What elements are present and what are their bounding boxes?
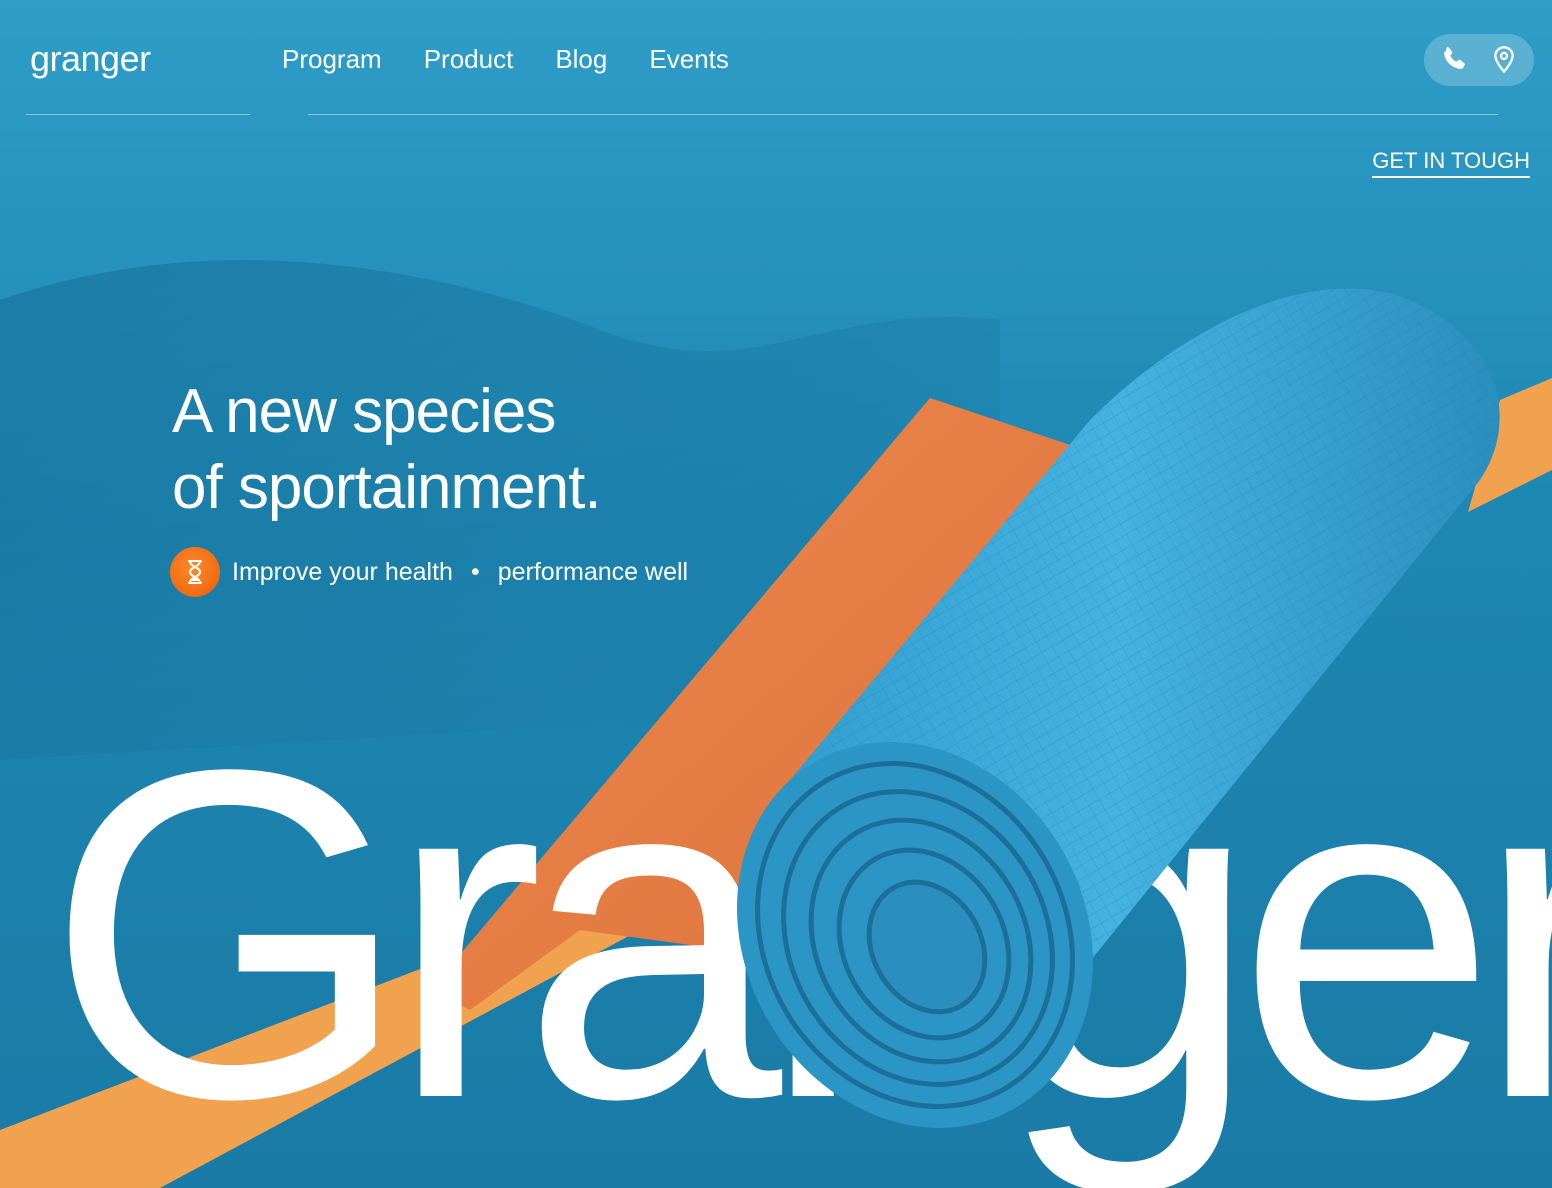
nav-item-blog[interactable]: Blog (555, 44, 607, 75)
nav-item-product[interactable]: Product (424, 44, 514, 75)
get-in-touch-link[interactable]: GET IN TOUGH (1372, 148, 1530, 178)
hero-headline: A new species of sportainment. (172, 374, 792, 526)
main-nav: Program Product Blog Events (282, 44, 729, 75)
header-divider-left (26, 114, 250, 115)
header-divider-right (308, 114, 1498, 115)
headline-line-2: of sportainment. (172, 453, 602, 522)
subline-separator: • (470, 557, 480, 586)
subline-text-2: performance well (497, 557, 689, 586)
hourglass-icon (170, 547, 220, 597)
hero-page: granger Program Product Blog Events GET … (0, 0, 1552, 1188)
contact-pill (1424, 34, 1534, 86)
nav-item-events[interactable]: Events (649, 44, 729, 75)
phone-icon[interactable] (1434, 40, 1474, 80)
nav-item-program[interactable]: Program (282, 44, 382, 75)
location-pin-icon[interactable] (1484, 40, 1524, 80)
hero-subline: Improve your health • performance well (170, 547, 688, 597)
logo[interactable]: granger (30, 38, 151, 80)
headline-line-1: A new species (172, 377, 556, 446)
subline-text-1: Improve your health (232, 557, 453, 586)
brand-wordmark: Granger (46, 673, 1552, 1188)
